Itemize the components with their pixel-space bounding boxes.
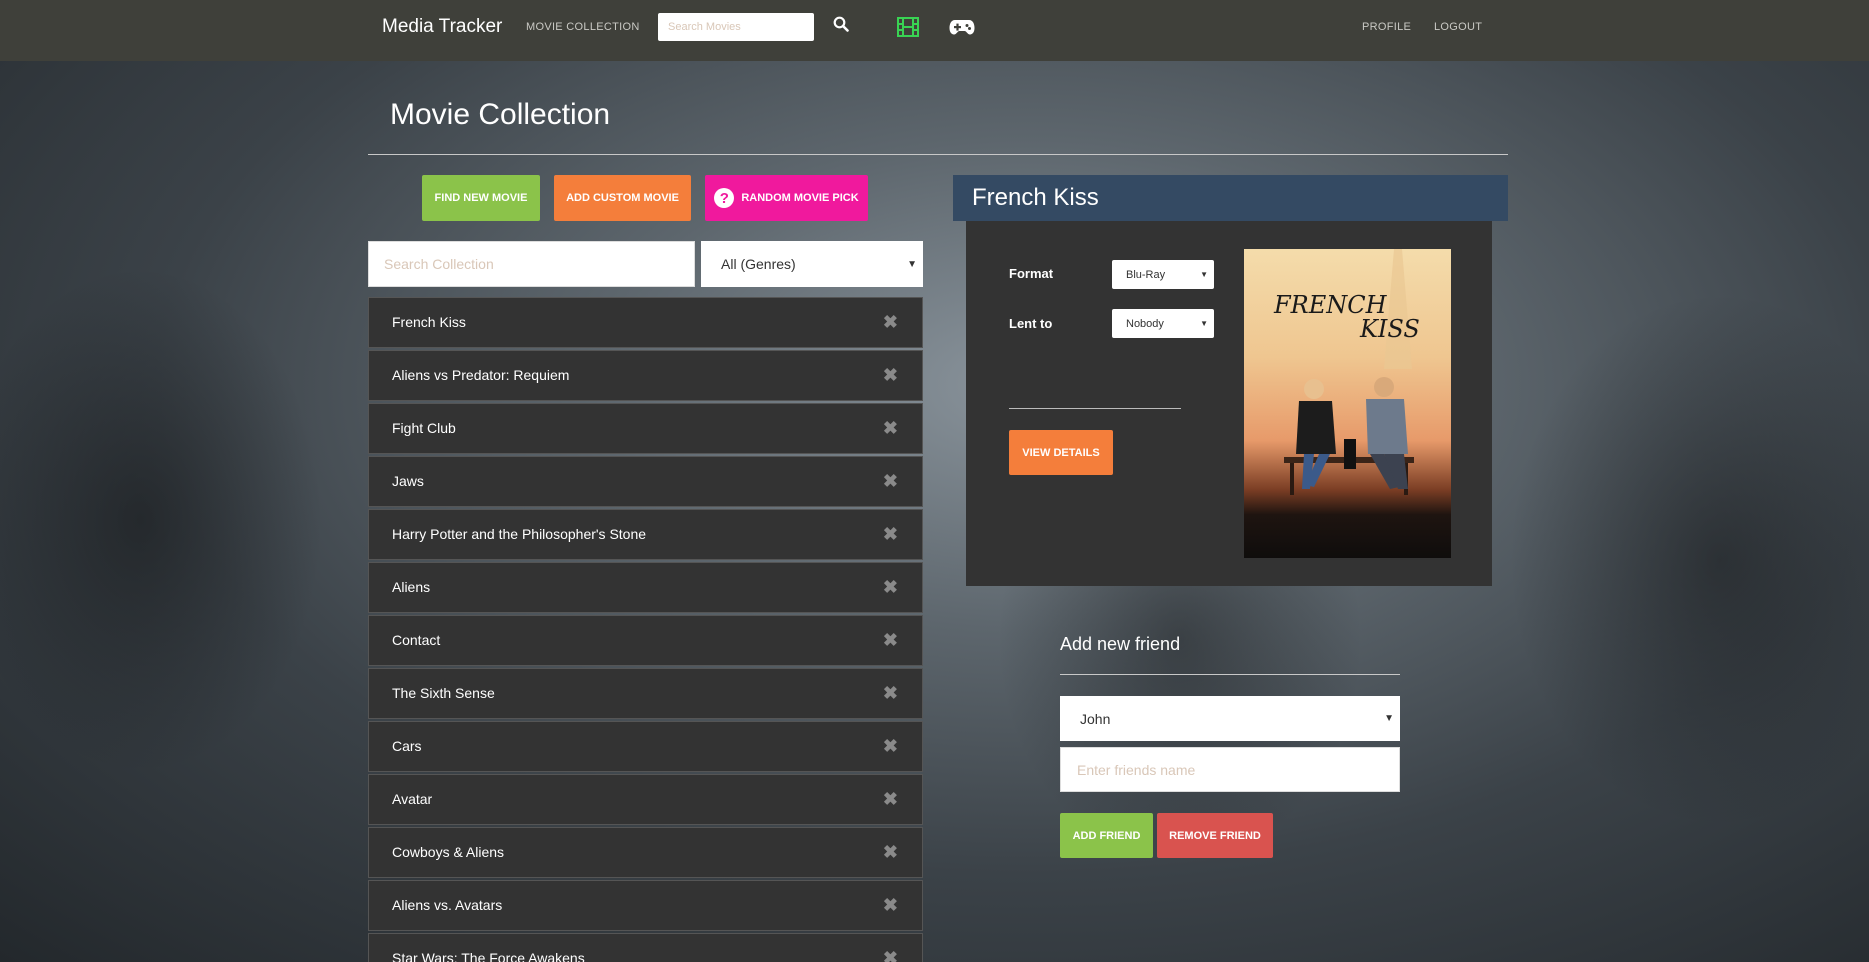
movie-title: Star Wars: The Force Awakens (392, 950, 585, 962)
nav-logout-link[interactable]: LOGOUT (1434, 21, 1482, 33)
lent-to-select[interactable]: Nobody ▼ (1112, 309, 1214, 338)
movie-list-item[interactable]: Aliens vs Predator: Requiem ✖ (368, 350, 923, 401)
brand-logo[interactable]: Media Tracker (382, 16, 502, 38)
movie-poster: FRENCH KISS (1244, 249, 1451, 558)
delete-icon[interactable]: ✖ (883, 789, 898, 810)
title-divider (368, 154, 1508, 155)
movie-detail-header: French Kiss (953, 175, 1508, 221)
delete-icon[interactable]: ✖ (883, 948, 898, 962)
movie-detail-title: French Kiss (972, 184, 1099, 211)
page-title: Movie Collection (390, 98, 611, 131)
add-friend-title: Add new friend (1060, 634, 1181, 654)
movie-list-item[interactable]: Star Wars: The Force Awakens ✖ (368, 933, 923, 962)
movie-list-item[interactable]: Avatar ✖ (368, 774, 923, 825)
delete-icon[interactable]: ✖ (883, 842, 898, 863)
chevron-down-icon: ▼ (1200, 270, 1208, 279)
movie-list-item[interactable]: Cowboys & Aliens ✖ (368, 827, 923, 878)
movie-detail-panel: Format Blu-Ray ▼ Lent to Nobody ▼ VIEW D… (966, 221, 1492, 586)
remove-friend-button[interactable]: REMOVE FRIEND (1157, 813, 1273, 858)
delete-icon[interactable]: ✖ (883, 365, 898, 386)
movie-list-item[interactable]: Cars ✖ (368, 721, 923, 772)
gamepad-icon[interactable] (949, 19, 975, 40)
friend-select-value: John (1080, 710, 1111, 727)
delete-icon[interactable]: ✖ (883, 312, 898, 333)
chevron-down-icon: ▼ (1200, 319, 1208, 328)
genre-select-value: All (Genres) (721, 256, 796, 272)
movie-list-item[interactable]: Aliens ✖ (368, 562, 923, 613)
random-movie-pick-label: RANDOM MOVIE PICK (741, 192, 859, 204)
movie-title: Aliens (392, 579, 431, 595)
movie-list-item[interactable]: Jaws ✖ (368, 456, 923, 507)
delete-icon[interactable]: ✖ (883, 577, 898, 598)
movie-title: Jaws (392, 473, 424, 489)
friend-select[interactable]: John ▼ (1060, 696, 1400, 741)
movie-title: Avatar (392, 791, 433, 807)
movie-title: Fight Club (392, 420, 456, 436)
movie-title: French Kiss (392, 314, 466, 330)
format-select[interactable]: Blu-Ray ▼ (1112, 260, 1214, 289)
movie-title: Aliens vs Predator: Requiem (392, 367, 570, 383)
nav-movie-collection-link[interactable]: MOVIE COLLECTION (526, 21, 640, 33)
movie-title: Cowboys & Aliens (392, 844, 505, 860)
movie-title: Contact (392, 632, 441, 648)
delete-icon[interactable]: ✖ (883, 524, 898, 545)
view-details-button[interactable]: VIEW DETAILS (1009, 430, 1113, 475)
movie-list: French Kiss ✖ Aliens vs Predator: Requiem… (368, 297, 923, 962)
lent-to-select-value: Nobody (1126, 317, 1164, 330)
nav-search-input[interactable] (658, 13, 814, 41)
movie-title: Aliens vs. Avatars (392, 897, 503, 913)
navbar: Media Tracker MOVIE COLLECTION PROFILE L… (0, 0, 1869, 61)
add-custom-movie-button[interactable]: ADD CUSTOM MOVIE (554, 175, 691, 221)
friend-divider (1060, 674, 1400, 675)
friend-name-input[interactable] (1060, 747, 1400, 792)
movie-list-item[interactable]: The Sixth Sense ✖ (368, 668, 923, 719)
movie-title: Cars (392, 738, 422, 754)
movie-title: Harry Potter and the Philosopher's Stone (392, 526, 647, 542)
find-new-movie-button[interactable]: FIND NEW MOVIE (422, 175, 540, 221)
nav-profile-link[interactable]: PROFILE (1362, 21, 1411, 33)
delete-icon[interactable]: ✖ (883, 736, 898, 757)
random-movie-pick-button[interactable]: ? RANDOM MOVIE PICK (705, 175, 868, 221)
movie-list-item[interactable]: Contact ✖ (368, 615, 923, 666)
chevron-down-icon: ▼ (1384, 713, 1394, 724)
delete-icon[interactable]: ✖ (883, 895, 898, 916)
search-icon[interactable] (833, 16, 849, 37)
delete-icon[interactable]: ✖ (883, 471, 898, 492)
movie-list-item[interactable]: Fight Club ✖ (368, 403, 923, 454)
delete-icon[interactable]: ✖ (883, 418, 898, 439)
poster-title-line2: KISS (1360, 315, 1420, 343)
movie-list-item[interactable]: Harry Potter and the Philosopher's Stone… (368, 509, 923, 560)
background-image (0, 0, 1869, 962)
add-friend-button[interactable]: ADD FRIEND (1060, 813, 1153, 858)
film-icon[interactable] (897, 17, 919, 42)
delete-icon[interactable]: ✖ (883, 683, 898, 704)
movie-list-item[interactable]: French Kiss ✖ (368, 297, 923, 348)
question-icon: ? (714, 188, 735, 208)
format-select-value: Blu-Ray (1126, 268, 1166, 281)
format-label: Format (1009, 266, 1054, 281)
movie-title: The Sixth Sense (392, 685, 495, 701)
movie-list-item[interactable]: Aliens vs. Avatars ✖ (368, 880, 923, 931)
detail-divider (1009, 408, 1181, 409)
lent-to-label: Lent to (1009, 316, 1053, 331)
delete-icon[interactable]: ✖ (883, 630, 898, 651)
collection-search-input[interactable] (368, 241, 695, 287)
chevron-down-icon: ▼ (907, 258, 917, 270)
genre-select[interactable]: All (Genres) ▼ (701, 241, 923, 287)
